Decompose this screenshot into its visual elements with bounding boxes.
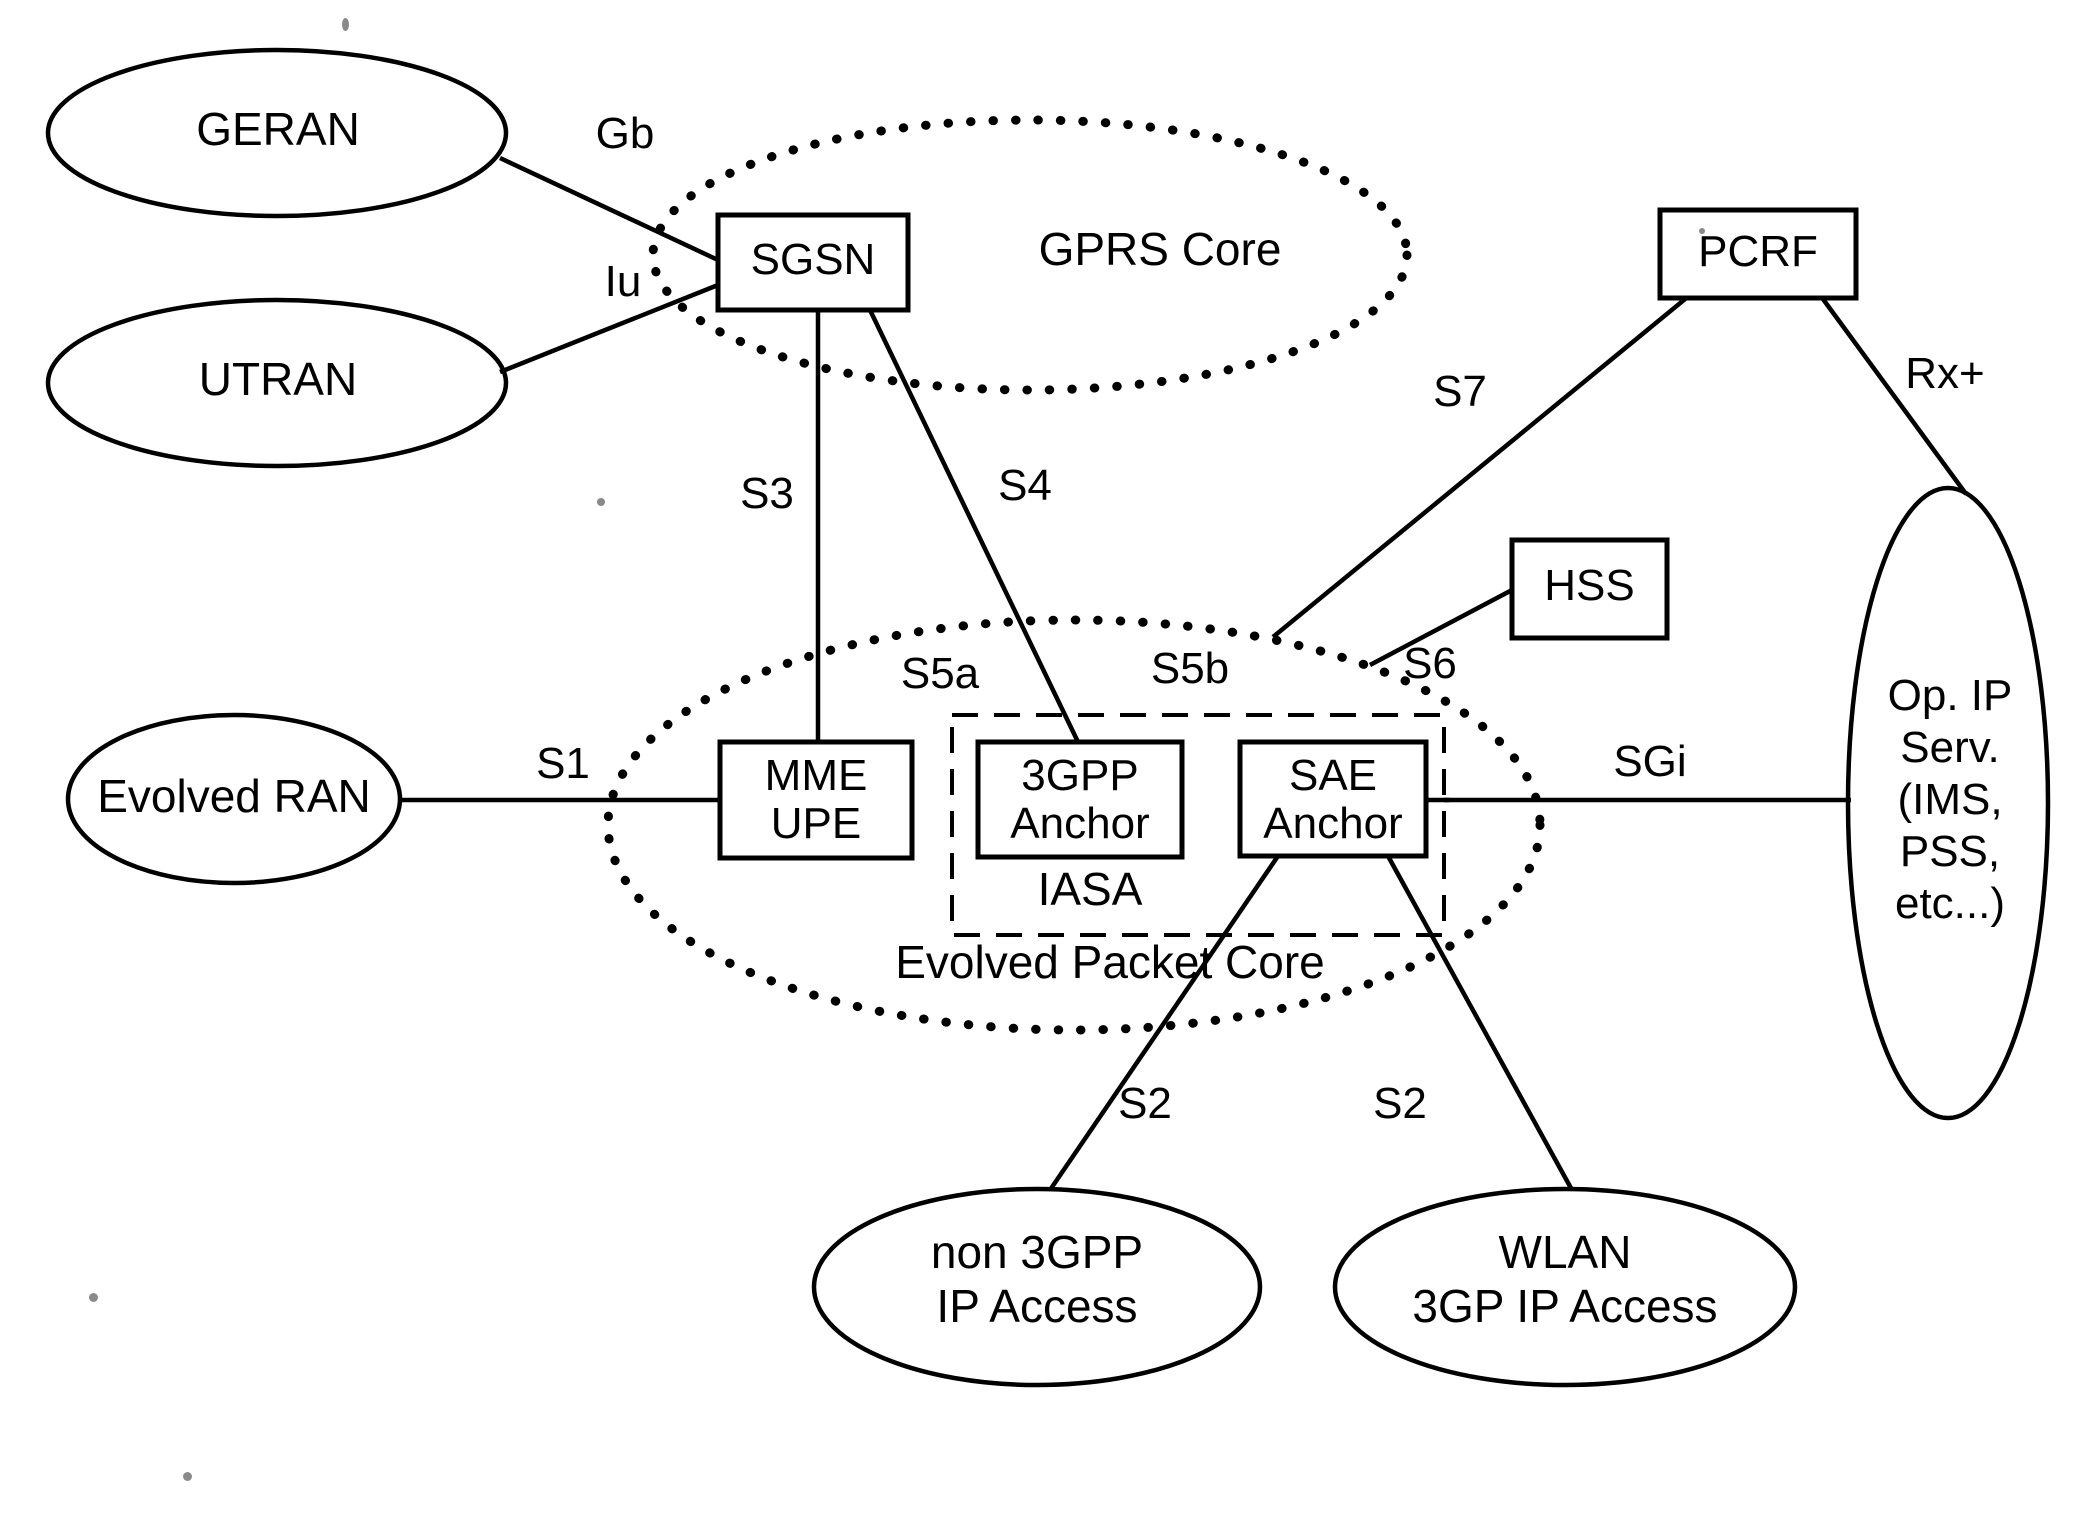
diagram-vector-layer: [45, 47, 2051, 1388]
gb-connection-line: [499, 155, 719, 263]
evolved-ran-ellipse[interactable]: [65, 712, 403, 886]
s4-connection-line: [867, 309, 1081, 743]
scan-speck: [342, 18, 349, 31]
scan-speck: [89, 1293, 98, 1302]
hss-box[interactable]: [1509, 537, 1670, 641]
sae-anchor-box[interactable]: [1237, 739, 1429, 859]
sgsn-box[interactable]: [715, 212, 911, 313]
s2-right-connection-line: [1386, 854, 1574, 1192]
scan-speck: [1699, 228, 1705, 234]
diagram-canvas: GERAN UTRAN Evolved RAN non 3GPP IP Acce…: [0, 0, 2100, 1523]
op-ip-serv-ellipse[interactable]: [1845, 485, 2051, 1121]
geran-ellipse[interactable]: [45, 47, 509, 219]
s6-connection-line: [1368, 588, 1514, 667]
pcrf-box[interactable]: [1657, 207, 1859, 301]
3gpp-anchor-box[interactable]: [975, 739, 1185, 860]
scan-speck: [597, 498, 605, 506]
wlan-3gp-ip-access-ellipse[interactable]: [1332, 1186, 1798, 1388]
rx-plus-connection-line: [1818, 293, 1968, 496]
utran-ellipse[interactable]: [45, 297, 509, 469]
non-3gpp-ip-access-ellipse[interactable]: [811, 1186, 1263, 1388]
s2-left-connection-line: [1048, 854, 1280, 1192]
mme-upe-box[interactable]: [717, 739, 915, 861]
scan-speck: [183, 1472, 192, 1481]
iu-connection-line: [499, 282, 719, 375]
